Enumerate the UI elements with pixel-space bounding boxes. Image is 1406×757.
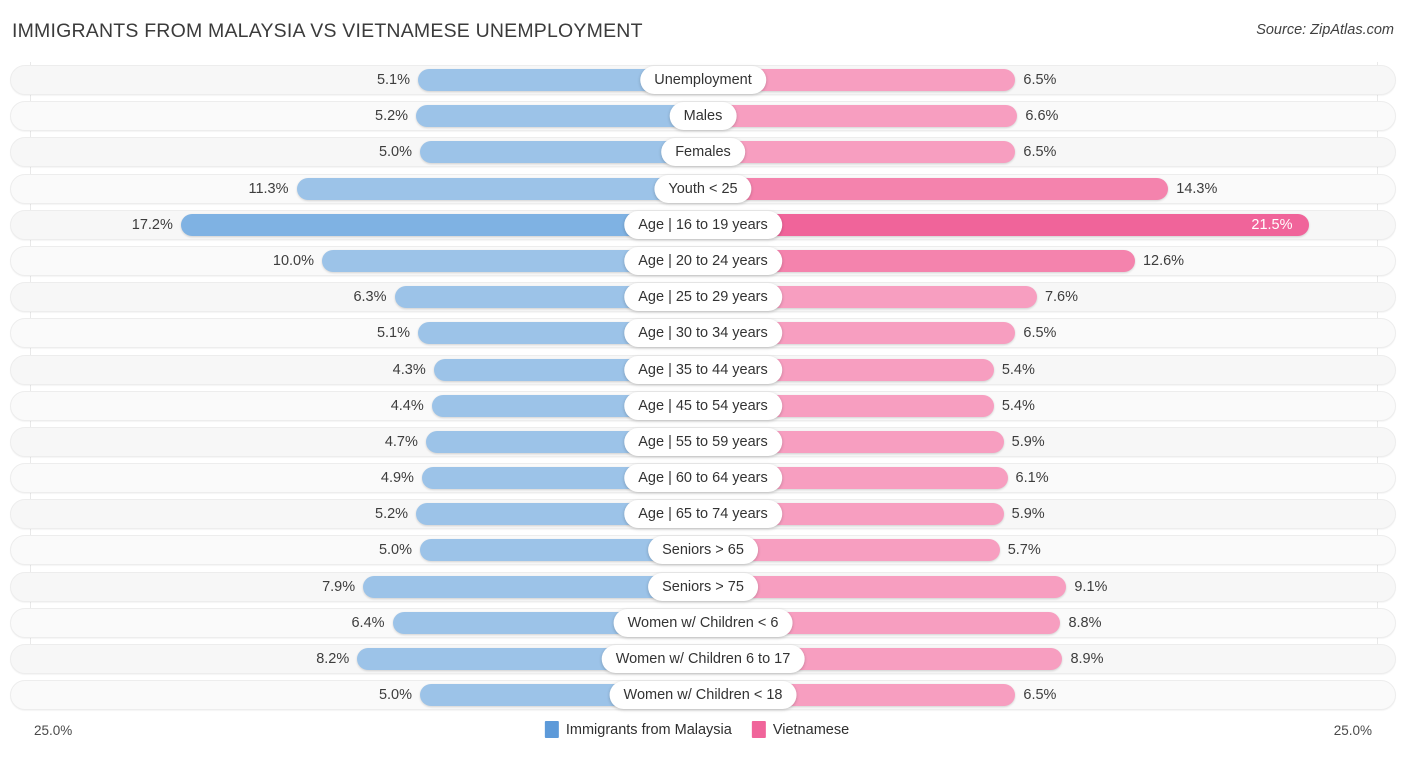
bar-value-left: 17.2% — [131, 216, 173, 233]
chart-row: 4.9% 6.1% Age | 60 to 64 years — [0, 460, 1406, 496]
chart-container: IMMIGRANTS FROM MALAYSIA VS VIETNAMESE U… — [0, 0, 1406, 757]
category-label: Seniors > 65 — [648, 536, 758, 565]
bar-value-left: 5.2% — [375, 506, 409, 523]
bar-value-left: 4.9% — [380, 470, 414, 487]
bar-value-left: 11.3% — [248, 180, 289, 197]
bar-value-left: 4.4% — [390, 397, 424, 414]
category-label: Seniors > 75 — [648, 572, 758, 601]
category-label: Age | 60 to 64 years — [624, 464, 782, 493]
chart-header: IMMIGRANTS FROM MALAYSIA VS VIETNAMESE U… — [0, 0, 1406, 62]
category-label: Unemployment — [640, 66, 766, 94]
bar-value-left: 6.3% — [353, 289, 387, 306]
bar-value-right: 8.9% — [1070, 651, 1104, 667]
chart-footer: 25.0% Immigrants from Malaysia Vietnames… — [0, 715, 1406, 757]
bar-value-right: 5.4% — [1001, 361, 1035, 378]
bar-left[interactable] — [296, 177, 703, 200]
category-label: Age | 55 to 59 years — [624, 427, 782, 456]
bar-value-right: 5.7% — [1007, 542, 1041, 559]
bar-value-right: 12.6% — [1142, 252, 1185, 269]
legend-item-right[interactable]: Vietnamese — [751, 721, 850, 738]
bar-right[interactable] — [703, 141, 1016, 164]
plot-area: 5.1% 6.5% Unemployment 5.2% 6.6% Males 5.0% 6.5… — [0, 62, 1406, 717]
bar-value-left: 8.2% — [316, 651, 350, 667]
chart-row: 4.4% 5.4% Age | 45 to 54 years — [0, 388, 1406, 424]
bar-value-right: 5.9% — [1011, 433, 1045, 450]
chart-row: 8.2% 8.9% Women w/ Children 6 to 17 — [0, 641, 1406, 677]
category-label: Males — [669, 102, 737, 131]
bar-value-right: 6.5% — [1023, 325, 1057, 342]
category-label: Age | 35 to 44 years — [624, 355, 782, 384]
chart-row: 5.0% 6.5% Women w/ Children < 18 — [0, 677, 1406, 713]
bar-value-left: 6.4% — [351, 614, 385, 631]
bar-value-right: 7.6% — [1044, 289, 1079, 306]
chart-row: 10.0% 12.6% Age | 20 to 24 years — [0, 243, 1406, 279]
chart-row: 5.2% 5.9% Age | 65 to 74 years — [0, 496, 1406, 532]
axis-max-right: 25.0% — [1333, 723, 1372, 738]
legend-label-left: Immigrants from Malaysia — [565, 721, 732, 738]
bar-value-left: 5.0% — [378, 542, 412, 559]
category-label: Age | 30 to 34 years — [624, 319, 782, 348]
category-label: Women w/ Children < 18 — [609, 681, 797, 710]
chart-row: 5.1% 6.5% Age | 30 to 34 years — [0, 315, 1406, 351]
bar-rows: 5.1% 6.5% Unemployment 5.2% 6.6% Males 5.0% 6.5… — [0, 62, 1406, 713]
chart-row: 17.2% 21.5% Age | 16 to 19 years — [0, 207, 1406, 243]
bar-right[interactable] — [703, 177, 1169, 200]
bar-value-right: 5.4% — [1001, 397, 1035, 414]
chart-row: 4.3% 5.4% Age | 35 to 44 years — [0, 352, 1406, 388]
legend-item-left[interactable]: Immigrants from Malaysia — [544, 721, 732, 738]
bar-right[interactable] — [703, 213, 1310, 236]
axis-max-left: 25.0% — [34, 723, 73, 738]
bar-value-left: 5.1% — [376, 72, 411, 88]
category-label: Age | 16 to 19 years — [624, 210, 782, 239]
source-attribution: Source: ZipAtlas.com — [1256, 22, 1394, 38]
page-title: IMMIGRANTS FROM MALAYSIA VS VIETNAMESE U… — [12, 20, 643, 42]
bar-value-left: 5.1% — [376, 325, 411, 342]
category-label: Youth < 25 — [654, 174, 752, 203]
bar-value-right: 8.8% — [1068, 614, 1102, 631]
category-label: Age | 65 to 74 years — [624, 500, 782, 529]
chart-row: 6.3% 7.6% Age | 25 to 29 years — [0, 279, 1406, 315]
category-label: Females — [661, 138, 745, 167]
bar-value-right: 6.6% — [1025, 108, 1059, 125]
chart-row: 5.1% 6.5% Unemployment — [0, 62, 1406, 98]
bar-value-right: 6.5% — [1023, 72, 1057, 88]
chart-row: 7.9% 9.1% Seniors > 75 — [0, 569, 1406, 605]
category-label: Age | 25 to 29 years — [624, 283, 782, 312]
chart-row: 5.0% 6.5% Females — [0, 134, 1406, 170]
bar-value-left: 5.0% — [378, 144, 412, 161]
category-label: Women w/ Children 6 to 17 — [601, 645, 805, 673]
legend-label-right: Vietnamese — [772, 721, 850, 738]
bar-value-left: 5.2% — [375, 108, 409, 125]
bar-value-left: 7.9% — [322, 578, 356, 595]
chart-row: 11.3% 14.3% Youth < 25 — [0, 171, 1406, 207]
category-label: Age | 45 to 54 years — [624, 391, 782, 420]
legend-swatch-left-icon — [544, 721, 559, 738]
bar-value-left: 4.7% — [384, 433, 418, 450]
category-label: Age | 20 to 24 years — [624, 246, 782, 275]
bar-left[interactable] — [416, 105, 703, 128]
bar-right[interactable] — [703, 105, 1018, 128]
chart-row: 5.0% 5.7% Seniors > 65 — [0, 532, 1406, 568]
legend-swatch-right-icon — [751, 721, 766, 738]
bar-value-right: 6.5% — [1023, 687, 1057, 704]
bar-value-left: 10.0% — [272, 252, 314, 269]
bar-value-right: 21.5% — [1251, 216, 1293, 233]
bar-value-right: 6.5% — [1023, 144, 1057, 161]
bar-value-right: 14.3% — [1176, 180, 1218, 197]
chart-row: 4.7% 5.9% Age | 55 to 59 years — [0, 424, 1406, 460]
legend: Immigrants from Malaysia Vietnamese — [544, 721, 861, 738]
bar-value-right: 6.1% — [1015, 470, 1049, 487]
chart-row: 6.4% 8.8% Women w/ Children < 6 — [0, 605, 1406, 641]
bar-value-left: 4.3% — [392, 361, 426, 378]
bar-value-left: 5.0% — [378, 687, 412, 704]
bar-value-right: 9.1% — [1074, 578, 1108, 595]
chart-row: 5.2% 6.6% Males — [0, 98, 1406, 134]
category-label: Women w/ Children < 6 — [613, 608, 793, 637]
bar-value-right: 5.9% — [1011, 506, 1045, 523]
